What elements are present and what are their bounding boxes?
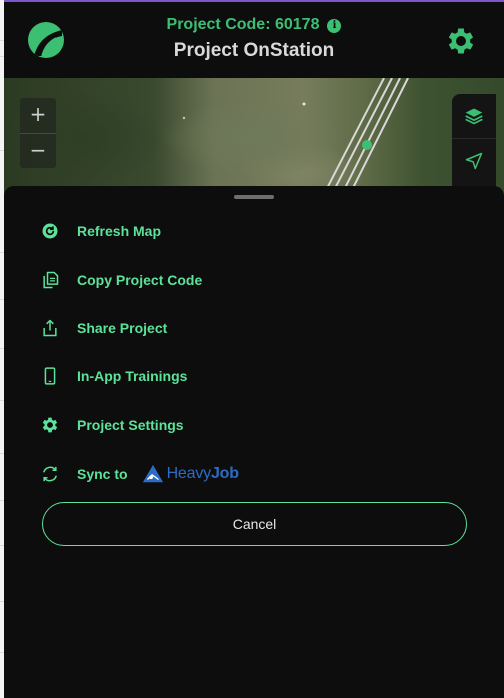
- menu-item-copy-project-code[interactable]: Copy Project Code: [38, 265, 438, 295]
- project-name: Project OnStation: [173, 40, 335, 61]
- navigation-arrow-icon: [465, 152, 483, 169]
- menu-item-share-project[interactable]: Share Project: [38, 313, 438, 343]
- heavyjob-logo-icon: [142, 464, 163, 483]
- menu-item-in-app-trainings[interactable]: In-App Trainings: [38, 361, 438, 391]
- project-title-block: Project Code: 60178 i Project OnStation: [4, 15, 504, 63]
- heavyjob-heavy-text: Heavy: [166, 465, 212, 482]
- map-view[interactable]: + −: [4, 78, 504, 198]
- locate-button[interactable]: [452, 138, 496, 182]
- settings-button[interactable]: [444, 24, 478, 58]
- mobile-phone-icon: [38, 364, 62, 388]
- map-location-marker[interactable]: [362, 140, 372, 150]
- zoom-in-button[interactable]: +: [20, 98, 56, 133]
- menu-item-label: Project Settings: [77, 417, 184, 433]
- gear-icon: [448, 28, 474, 54]
- layers-button[interactable]: [452, 94, 496, 138]
- refresh-icon: [38, 219, 62, 243]
- menu-item-label: Share Project: [77, 320, 168, 336]
- app-header: Project Code: 60178 i Project OnStation: [4, 2, 504, 78]
- heavyjob-job-text: Job: [210, 465, 239, 482]
- copy-icon: [38, 268, 62, 292]
- menu-item-label: In-App Trainings: [77, 368, 188, 384]
- zoom-control: + −: [20, 98, 56, 168]
- sync-icon: [38, 462, 62, 486]
- cancel-button[interactable]: Cancel: [42, 502, 467, 546]
- info-icon[interactable]: i: [327, 19, 342, 33]
- menu-item-label: Copy Project Code: [77, 272, 203, 288]
- map-tools-panel: [452, 94, 496, 198]
- menu-item-label: Refresh Map: [77, 223, 162, 239]
- zoom-out-button[interactable]: −: [20, 133, 56, 168]
- heavyjob-logo: HeavyJob: [142, 463, 239, 485]
- project-code: Project Code: 60178: [166, 16, 320, 33]
- layers-icon: [465, 108, 483, 125]
- sheet-drag-handle[interactable]: [234, 195, 274, 199]
- share-icon: [38, 316, 62, 340]
- project-app: Project Code: 60178 i Project OnStation +…: [4, 2, 504, 698]
- menu-item-label: Sync to: [77, 466, 128, 482]
- menu-item-sync-to-heavyjob[interactable]: Sync to HeavyJob: [38, 459, 438, 489]
- actions-bottom-sheet: Refresh Map Copy Project Code Share Proj…: [4, 186, 504, 698]
- project-code-row: Project Code: 60178 i: [4, 15, 504, 35]
- menu-item-refresh-map[interactable]: Refresh Map: [38, 216, 438, 246]
- gear-icon: [38, 413, 62, 437]
- menu-item-project-settings[interactable]: Project Settings: [38, 410, 438, 440]
